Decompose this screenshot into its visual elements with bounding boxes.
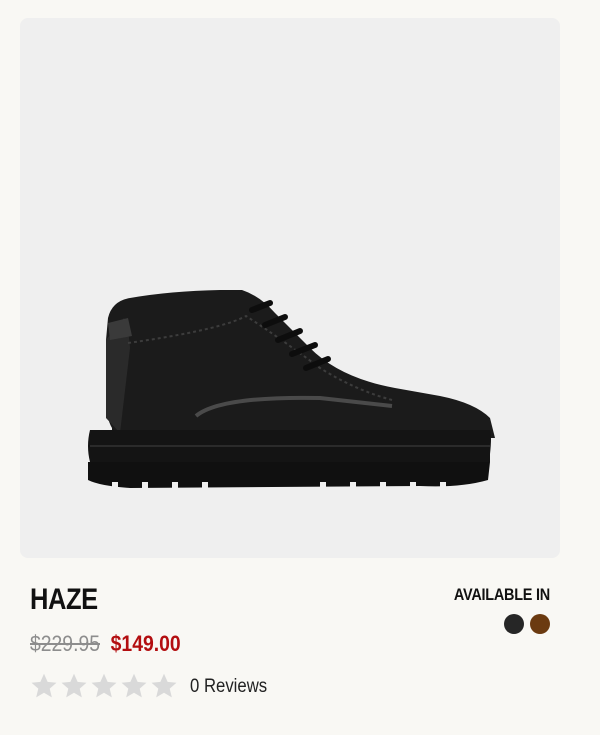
product-card: HAZE $229.95 $149.00 0 Reviews AVAILABLE…	[0, 0, 600, 735]
color-swatch-black[interactable]	[504, 614, 524, 634]
star-icon	[150, 672, 180, 702]
available-in-label: AVAILABLE IN	[454, 585, 550, 604]
sale-price: $149.00	[110, 631, 181, 656]
color-swatch-brown[interactable]	[530, 614, 550, 634]
price-row: $229.95 $149.00	[30, 630, 181, 658]
star-icon	[60, 672, 90, 702]
boot-illustration	[88, 290, 495, 490]
rating-row: 0 Reviews	[30, 672, 278, 702]
star-icon	[90, 672, 120, 702]
color-availability: AVAILABLE IN	[437, 584, 550, 634]
color-swatches	[437, 614, 550, 634]
star-icon	[120, 672, 150, 702]
original-price: $229.95	[30, 631, 100, 656]
reviews-link[interactable]: 0 Reviews	[190, 676, 267, 698]
product-name[interactable]: HAZE	[30, 580, 98, 620]
star-icon	[30, 672, 60, 702]
product-image[interactable]	[20, 18, 560, 558]
